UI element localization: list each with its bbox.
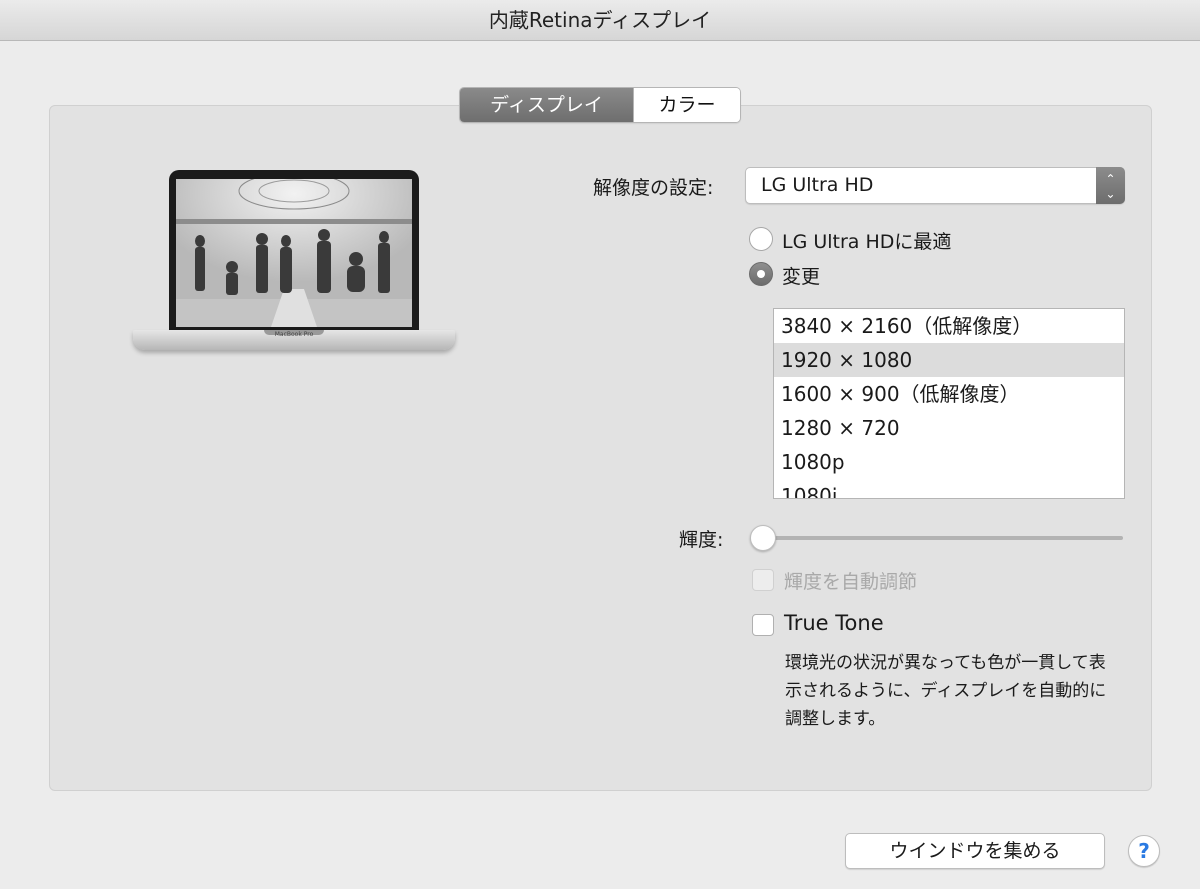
resolution-option[interactable]: 1080i (774, 479, 1124, 498)
auto-brightness-label: 輝度を自動調節 (784, 571, 918, 593)
true-tone-label: True Tone (784, 611, 884, 635)
true-tone-description-line: 調整します。 (785, 709, 886, 729)
window-titlebar: 内蔵Retinaディスプレイ (0, 0, 1200, 41)
true-tone-description: 環境光の状況が異なっても色が一貫して表 示されるように、ディスプレイを自動的に … (785, 649, 1145, 733)
updown-chevron-icon: ⌃ ⌃ (1096, 167, 1125, 204)
desktop-wallpaper-image (176, 179, 412, 327)
laptop-screen-bezel (169, 170, 419, 332)
radio-scaled[interactable] (749, 262, 773, 286)
laptop-brand-label: MacBook Pro (274, 331, 314, 338)
resolution-label: 解像度の設定: (593, 177, 714, 199)
window-title: 内蔵Retinaディスプレイ (488, 8, 712, 32)
true-tone-description-line: 示されるように、ディスプレイを自動的に (785, 681, 1107, 701)
brightness-label: 輝度: (679, 529, 724, 551)
resolution-option[interactable]: 3840 × 2160（低解像度） (774, 309, 1124, 343)
brightness-slider-knob[interactable] (750, 525, 776, 551)
resolution-popup-value: LG Ultra HD (761, 174, 874, 196)
radio-scaled-label: 変更 (782, 266, 821, 288)
auto-brightness-checkbox[interactable] (752, 569, 774, 591)
resolution-option-selected[interactable]: 1920 × 1080 (774, 343, 1124, 377)
brightness-slider-track[interactable] (763, 536, 1123, 540)
tab-bar: ディスプレイ カラー (459, 87, 741, 123)
resolution-option[interactable]: 1080p (774, 445, 1124, 479)
tab-color[interactable]: カラー (633, 88, 740, 122)
radio-optimal-label: LG Ultra HDに最適 (782, 231, 952, 253)
true-tone-checkbox[interactable] (752, 614, 774, 636)
resolution-option[interactable]: 1280 × 720 (774, 411, 1124, 445)
radio-optimal[interactable] (749, 227, 773, 251)
resolution-popup[interactable]: LG Ultra HD ⌃ ⌃ (745, 167, 1125, 204)
gather-windows-button[interactable]: ウインドウを集める (845, 833, 1105, 869)
laptop-preview: MacBook Pro (133, 170, 455, 365)
radio-selected-dot-icon (757, 270, 765, 278)
true-tone-description-line: 環境光の状況が異なっても色が一貫して表 (785, 653, 1106, 673)
tab-display[interactable]: ディスプレイ (460, 88, 633, 122)
resolution-list[interactable]: 3840 × 2160（低解像度） 1920 × 1080 1600 × 900… (773, 308, 1125, 499)
help-icon[interactable]: ? (1128, 835, 1160, 867)
resolution-option[interactable]: 1600 × 900（低解像度） (774, 377, 1124, 411)
wallpaper-illustration (176, 179, 412, 327)
